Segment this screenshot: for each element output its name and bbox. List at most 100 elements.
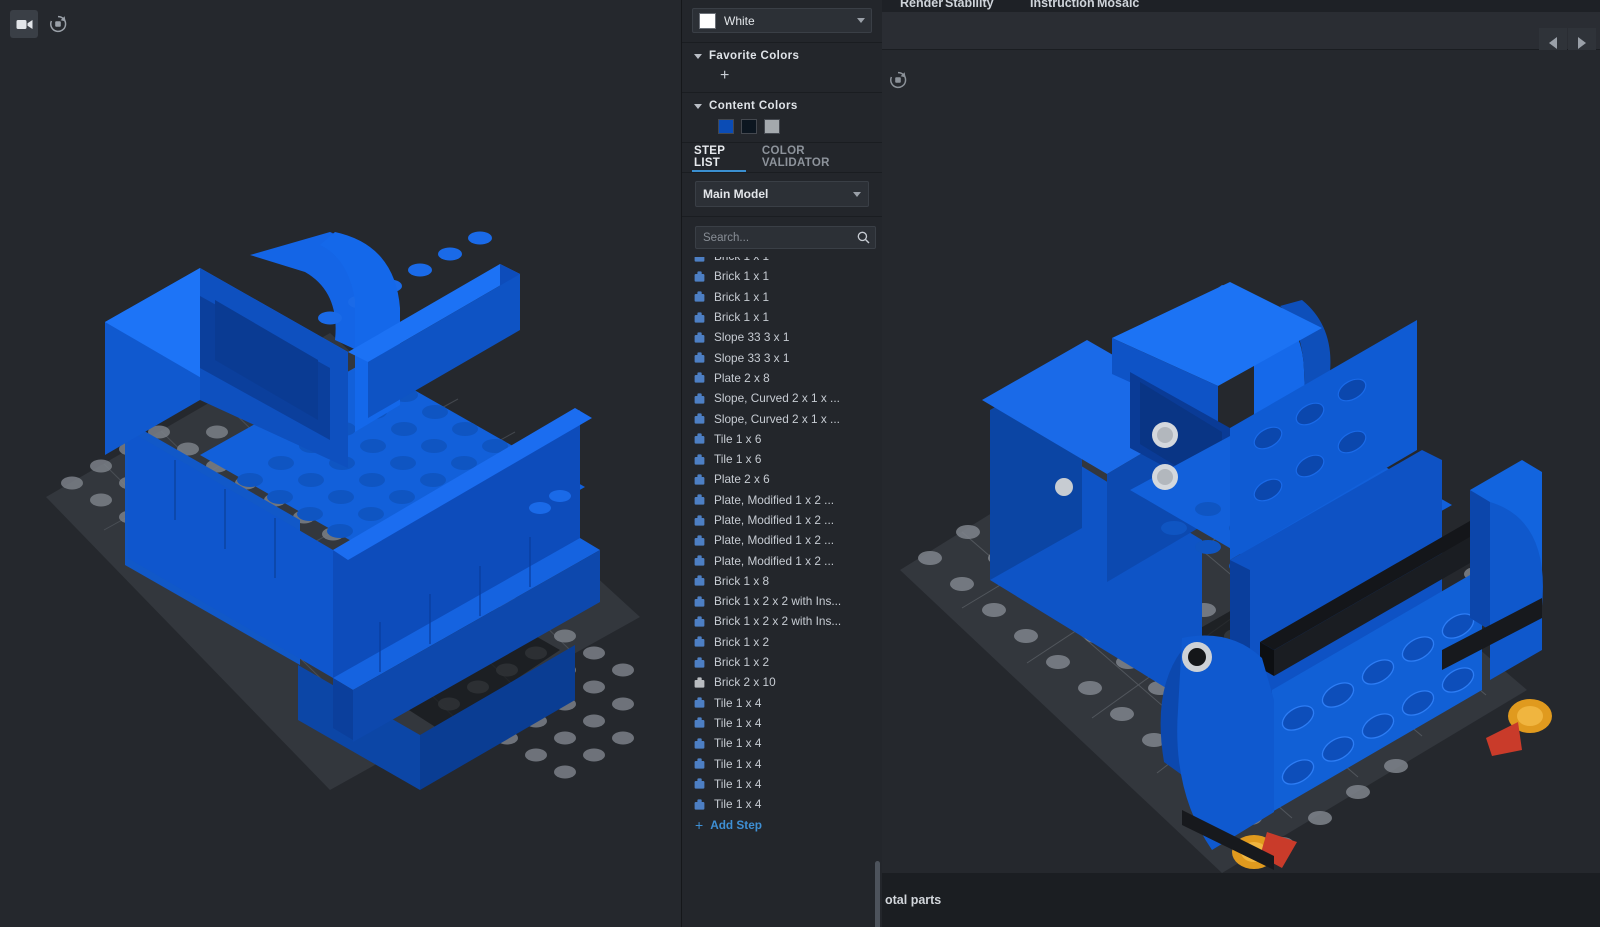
menu-item-mosaic[interactable]: Mosaic <box>1097 0 1139 10</box>
tab-color-validator[interactable]: COLOR VALIDATOR <box>760 143 858 172</box>
step-list-item[interactable]: Slope, Curved 2 x 1 x ... <box>690 388 882 408</box>
reset-view-button[interactable] <box>44 10 72 38</box>
step-list-item[interactable]: Brick 1 x 2 x 2 with Ins... <box>690 591 882 611</box>
step-list-item[interactable]: Plate, Modified 1 x 2 ... <box>690 510 882 530</box>
step-list-scrollbar[interactable] <box>875 861 880 927</box>
search-box[interactable] <box>695 226 876 249</box>
menu-item-instruction[interactable]: Instruction <box>1030 0 1095 10</box>
menu-item-stability[interactable]: Stability <box>945 0 994 10</box>
camera-icon <box>16 19 32 29</box>
panel-tabs: STEP LIST COLOR VALIDATOR <box>682 143 882 173</box>
favorite-colors-section: Favorite Colors + <box>682 42 882 92</box>
brick-icon <box>694 596 705 607</box>
brick-icon <box>694 677 705 688</box>
step-list-item-label: Plate, Modified 1 x 2 ... <box>714 492 834 507</box>
step-list[interactable]: Brick 1 x 1 Brick 1 x 1 Brick 1 x 1 Brick 1… <box>682 257 882 927</box>
step-list-item[interactable]: Plate 2 x 8 <box>690 368 882 388</box>
step-list-item-label: Plate 2 x 6 <box>714 472 770 487</box>
content-color-swatch-2[interactable] <box>764 119 780 134</box>
viewport-right[interactable] <box>882 50 1600 873</box>
brick-icon <box>694 257 705 262</box>
tools-panel: White Favorite Colors + Content Colors S… <box>681 0 924 927</box>
viewport-left[interactable] <box>0 0 681 927</box>
lego-model-left[interactable] <box>0 0 681 927</box>
step-list-item[interactable]: Brick 1 x 1 <box>690 307 882 327</box>
color-selector-container: White <box>682 0 882 42</box>
search-input[interactable] <box>703 231 857 244</box>
step-list-item[interactable]: Tile 1 x 4 <box>690 794 882 814</box>
brick-icon <box>694 575 705 586</box>
selected-color-label: White <box>724 13 755 28</box>
step-list-item-label: Tile 1 x 6 <box>714 431 762 446</box>
step-list-item[interactable]: Brick 1 x 1 <box>690 257 882 266</box>
step-list-item[interactable]: Brick 1 x 1 <box>690 287 882 307</box>
step-list-item[interactable]: Plate, Modified 1 x 2 ... <box>690 530 882 550</box>
step-list-item[interactable]: Plate 2 x 6 <box>690 469 882 489</box>
step-list-item[interactable]: Slope 33 3 x 1 <box>690 347 882 367</box>
step-list-item[interactable]: Tile 1 x 6 <box>690 429 882 449</box>
brick-icon <box>694 332 705 343</box>
step-list-item[interactable]: Slope, Curved 2 x 1 x ... <box>690 408 882 428</box>
model-selector[interactable]: Main Model <box>695 181 869 207</box>
step-list-item[interactable]: Plate, Modified 1 x 2 ... <box>690 550 882 570</box>
arrow-left-icon <box>1549 37 1557 49</box>
brick-icon <box>694 758 705 769</box>
step-list-item-label: Tile 1 x 4 <box>714 756 762 771</box>
step-list-item-label: Tile 1 x 4 <box>714 776 762 791</box>
step-list-item-label: Tile 1 x 4 <box>714 736 762 751</box>
chevron-down-icon <box>694 103 702 109</box>
content-colors-section: Content Colors <box>682 92 882 143</box>
step-list-item[interactable]: Brick 1 x 2 <box>690 632 882 652</box>
step-list-item[interactable]: Plate, Modified 1 x 2 ... <box>690 490 882 510</box>
brick-icon <box>694 738 705 749</box>
brick-icon <box>694 271 705 282</box>
step-list-item[interactable]: Tile 1 x 4 <box>690 774 882 794</box>
step-list-item[interactable]: Brick 1 x 8 <box>690 571 882 591</box>
content-color-swatch-0[interactable] <box>718 119 734 134</box>
reset-view-icon <box>50 15 67 33</box>
step-list-item-label: Brick 1 x 1 <box>714 310 770 325</box>
content-colors-swatches <box>682 112 882 134</box>
step-list-item[interactable]: Brick 1 x 2 <box>690 652 882 672</box>
add-step-label: Add Step <box>710 818 762 833</box>
step-list-item[interactable]: Tile 1 x 4 <box>690 713 882 733</box>
step-list-item-label: Brick 1 x 1 <box>714 289 770 304</box>
step-list-item-label: Brick 1 x 8 <box>714 573 770 588</box>
lego-model-right[interactable] <box>882 50 1600 873</box>
step-list-item-label: Tile 1 x 4 <box>714 797 762 812</box>
step-list-item[interactable]: Slope 33 3 x 1 <box>690 327 882 347</box>
content-color-swatch-1[interactable] <box>741 119 757 134</box>
brick-icon <box>694 778 705 789</box>
add-favorite-color-button[interactable]: + <box>720 68 729 84</box>
step-list-item[interactable]: Brick 1 x 1 <box>690 266 882 286</box>
camera-button[interactable] <box>10 10 38 38</box>
model-selector-container: Main Model <box>682 173 882 217</box>
search-icon <box>857 231 870 244</box>
search-button[interactable] <box>857 231 870 244</box>
brick-icon <box>694 393 705 404</box>
favorite-colors-header[interactable]: Favorite Colors <box>682 50 882 62</box>
menu-item-render[interactable]: Render <box>900 0 943 10</box>
sub-toolbar <box>882 12 1600 58</box>
step-list-item[interactable]: Brick 2 x 10 <box>690 672 882 692</box>
step-list-item[interactable]: Tile 1 x 4 <box>690 733 882 753</box>
add-step-button[interactable]: + Add Step <box>690 814 882 832</box>
reset-view-button-right[interactable] <box>884 66 912 94</box>
step-list-item-label: Tile 1 x 4 <box>714 715 762 730</box>
brick-icon <box>694 514 705 526</box>
brick-icon <box>694 717 705 729</box>
brick-icon <box>694 656 705 668</box>
step-list-item[interactable]: Tile 1 x 4 <box>690 693 882 713</box>
step-list-item[interactable]: Tile 1 x 6 <box>690 449 882 469</box>
content-colors-header[interactable]: Content Colors <box>682 100 882 112</box>
step-list-item[interactable]: Tile 1 x 4 <box>690 753 882 773</box>
brick-icon <box>694 433 705 444</box>
color-selector[interactable]: White <box>692 8 872 33</box>
favorite-colors-body: + <box>682 62 882 84</box>
viewport-right-toolbar[interactable] <box>884 66 912 94</box>
step-list-item[interactable]: Brick 1 x 2 x 2 with Ins... <box>690 611 882 631</box>
arrow-right-icon <box>1578 37 1586 49</box>
brick-icon <box>694 413 705 424</box>
tab-step-list[interactable]: STEP LIST <box>692 143 746 172</box>
viewport-left-toolbar[interactable] <box>10 10 72 38</box>
